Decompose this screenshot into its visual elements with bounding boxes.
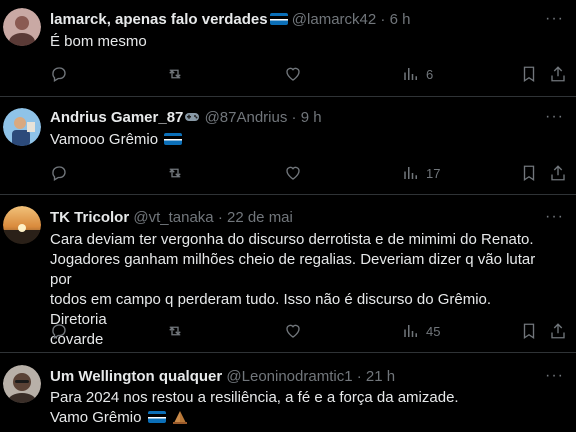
timestamp[interactable]: 9 h	[301, 109, 322, 126]
tweet[interactable]: Andrius Gamer_87 @87Andrius · 9 h ··· Va…	[0, 97, 576, 195]
bookmark-button[interactable]	[520, 163, 538, 183]
heart-icon	[286, 67, 300, 81]
avatar[interactable]	[3, 365, 41, 403]
handle[interactable]: @vt_tanaka	[133, 209, 213, 226]
share-button[interactable]	[549, 321, 567, 341]
handle[interactable]: @Leoninodramtic1	[226, 368, 352, 385]
reply-icon	[52, 166, 66, 181]
heart-icon	[286, 324, 300, 338]
tweet-header: Andrius Gamer_87 @87Andrius · 9 h	[50, 109, 536, 127]
more-options-icon[interactable]: ···	[545, 109, 564, 125]
tweet-feed: lamarck, apenas falo verdades @lamarck42…	[0, 0, 576, 432]
tweet[interactable]: Um Wellington qualquer @Leoninodramtic1 …	[0, 353, 576, 432]
timestamp[interactable]: 22 de mai	[227, 209, 293, 226]
bookmark-button[interactable]	[520, 64, 538, 84]
display-name[interactable]: Um Wellington qualquer	[50, 368, 222, 385]
views-icon	[404, 68, 417, 80]
views-button[interactable]: 6	[402, 64, 433, 84]
share-button[interactable]	[549, 163, 567, 183]
tweet-text-line-wrap: Vamo Grêmio	[50, 408, 548, 428]
share-icon	[551, 323, 565, 339]
avatar[interactable]	[3, 206, 41, 244]
repost-button[interactable]	[166, 321, 184, 341]
timestamp[interactable]: 21 h	[366, 368, 395, 385]
reply-button[interactable]	[50, 64, 68, 84]
avatar[interactable]	[3, 108, 41, 146]
tweet-header: Um Wellington qualquer @Leoninodramtic1 …	[50, 368, 536, 386]
gamepad-icon	[185, 113, 200, 121]
views-button[interactable]: 17	[402, 163, 440, 183]
repost-button[interactable]	[166, 64, 184, 84]
timestamp[interactable]: 6 h	[390, 11, 411, 28]
estonia-flag-icon	[147, 411, 166, 423]
tweet-text: Para 2024 nos restou a resiliência, a fé…	[50, 388, 548, 428]
tweet-header: lamarck, apenas falo verdades @lamarck42…	[50, 11, 536, 29]
display-name[interactable]: TK Tricolor	[50, 209, 129, 226]
like-button[interactable]	[284, 163, 302, 183]
repost-icon	[169, 168, 181, 178]
heart-icon	[286, 166, 300, 180]
reply-button[interactable]	[50, 321, 68, 341]
tweet-actions: 6	[0, 64, 576, 84]
bookmark-button[interactable]	[520, 321, 538, 341]
share-icon	[551, 66, 565, 82]
views-button[interactable]: 45	[402, 321, 440, 341]
reply-button[interactable]	[50, 163, 68, 183]
tweet-actions: 17	[0, 163, 576, 183]
tweet-text-line: Para 2024 nos restou a resiliência, a fé…	[50, 389, 459, 406]
folded-hands-icon	[172, 411, 187, 424]
tweet-text: Vamooo Grêmio	[50, 130, 548, 150]
like-button[interactable]	[284, 64, 302, 84]
tweet-header: TK Tricolor @vt_tanaka · 22 de mai	[50, 209, 536, 227]
reply-icon	[52, 67, 66, 82]
views-count: 45	[426, 323, 441, 339]
separator: ·	[356, 368, 362, 385]
tweet-text-line: Cara deviam ter vergonha do discurso der…	[50, 231, 534, 248]
bookmark-icon	[523, 66, 535, 83]
views-icon	[404, 167, 417, 179]
like-button[interactable]	[284, 321, 302, 341]
share-button[interactable]	[549, 64, 567, 84]
bookmark-icon	[523, 323, 535, 340]
separator: ·	[291, 109, 297, 126]
separator: ·	[217, 209, 223, 226]
display-name[interactable]: lamarck, apenas falo verdades	[50, 11, 268, 28]
views-count: 17	[426, 165, 441, 181]
tweet[interactable]: TK Tricolor @vt_tanaka · 22 de mai ··· C…	[0, 195, 576, 353]
more-options-icon[interactable]: ···	[545, 209, 564, 225]
tweet-actions: 45	[0, 321, 576, 341]
bookmark-icon	[523, 165, 535, 182]
display-name[interactable]: Andrius Gamer_87	[50, 109, 183, 126]
estonia-flag-icon	[164, 133, 183, 145]
tweet-text: É bom mesmo	[50, 32, 548, 52]
reply-icon	[52, 324, 66, 339]
tweet[interactable]: lamarck, apenas falo verdades @lamarck42…	[0, 0, 576, 97]
avatar[interactable]	[3, 8, 41, 46]
repost-icon	[169, 69, 181, 79]
handle[interactable]: @87Andrius	[205, 109, 288, 126]
more-options-icon[interactable]: ···	[545, 11, 564, 27]
more-options-icon[interactable]: ···	[545, 368, 564, 384]
handle[interactable]: @lamarck42	[292, 11, 376, 28]
repost-button[interactable]	[166, 163, 184, 183]
views-count: 6	[426, 66, 434, 82]
tweet-text-line: Vamooo Grêmio	[50, 131, 159, 148]
tweet-text-line: Vamo Grêmio	[50, 409, 142, 426]
estonia-flag-icon	[269, 13, 288, 25]
tweet-text-line: Jogadores ganham milhões cheio de regali…	[50, 251, 536, 288]
share-icon	[551, 165, 565, 181]
views-icon	[404, 325, 417, 337]
tweet-text-line: É bom mesmo	[50, 33, 147, 50]
separator: ·	[380, 11, 386, 28]
repost-icon	[169, 326, 181, 336]
